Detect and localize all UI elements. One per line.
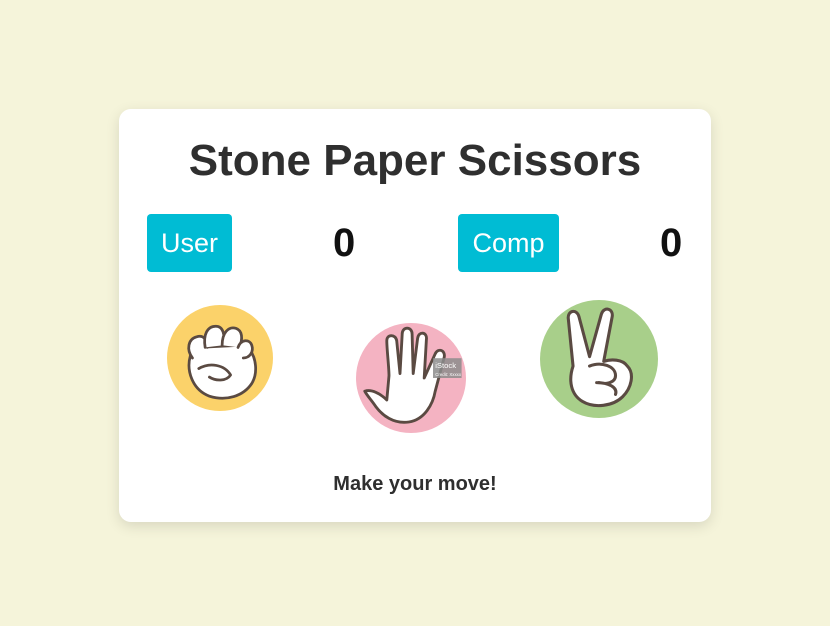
open-hand-icon: iStock Credit: Xxxxx xyxy=(363,326,462,424)
comp-score: 0 xyxy=(660,221,683,265)
user-label-button[interactable]: User xyxy=(147,214,232,272)
scissors-choice[interactable] xyxy=(540,300,658,418)
fist-hand-icon xyxy=(187,324,257,400)
svg-text:Credit: Xxxxx: Credit: Xxxxx xyxy=(435,372,462,377)
comp-label-button[interactable]: Comp xyxy=(458,214,559,272)
page-title: Stone Paper Scissors xyxy=(188,136,642,185)
status-message: Make your move! xyxy=(333,473,497,495)
paper-choice[interactable]: iStock Credit: Xxxxx xyxy=(356,323,466,433)
stone-choice[interactable] xyxy=(167,305,273,411)
peace-hand-icon xyxy=(566,307,633,408)
game-card: Stone Paper Scissors User 0 Comp 0 iStoc… xyxy=(119,109,711,522)
user-score: 0 xyxy=(333,221,356,265)
svg-text:iStock: iStock xyxy=(435,361,456,370)
